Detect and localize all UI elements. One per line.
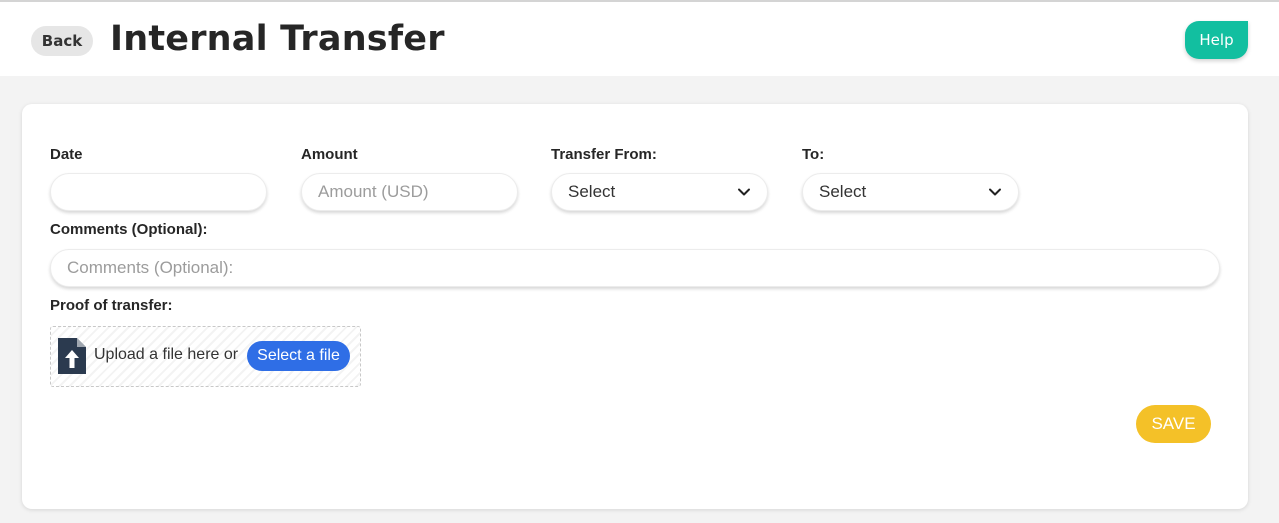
to-selected-value: Select [819, 182, 867, 201]
save-button[interactable]: SAVE [1136, 405, 1211, 443]
comments-label: Comments (Optional): [50, 221, 208, 238]
amount-input[interactable] [301, 173, 518, 211]
back-button[interactable]: Back [31, 26, 93, 56]
chevron-down-icon [738, 188, 750, 196]
select-file-button[interactable]: Select a file [247, 341, 350, 371]
date-input[interactable] [50, 173, 267, 211]
file-upload-icon [58, 338, 86, 374]
help-button[interactable]: Help [1185, 21, 1248, 59]
transfer-from-selected-value: Select [568, 182, 616, 201]
transfer-from-label: Transfer From: [551, 146, 657, 163]
date-label: Date [50, 146, 83, 163]
upload-instructions: Upload a file here or [94, 346, 239, 363]
file-upload-dropzone[interactable]: Upload a file here or Select a file [50, 326, 361, 387]
to-select[interactable]: Select [802, 173, 1019, 211]
page-header: Back Internal Transfer Help [0, 2, 1279, 76]
to-label: To: [802, 146, 825, 163]
page-title: Internal Transfer [110, 19, 445, 59]
proof-of-transfer-label: Proof of transfer: [50, 297, 173, 314]
comments-input[interactable] [50, 249, 1220, 287]
transfer-form-card: Date Amount Transfer From: To: Select Se… [22, 104, 1248, 509]
transfer-from-select[interactable]: Select [551, 173, 768, 211]
amount-label: Amount [301, 146, 358, 163]
chevron-down-icon [989, 188, 1001, 196]
